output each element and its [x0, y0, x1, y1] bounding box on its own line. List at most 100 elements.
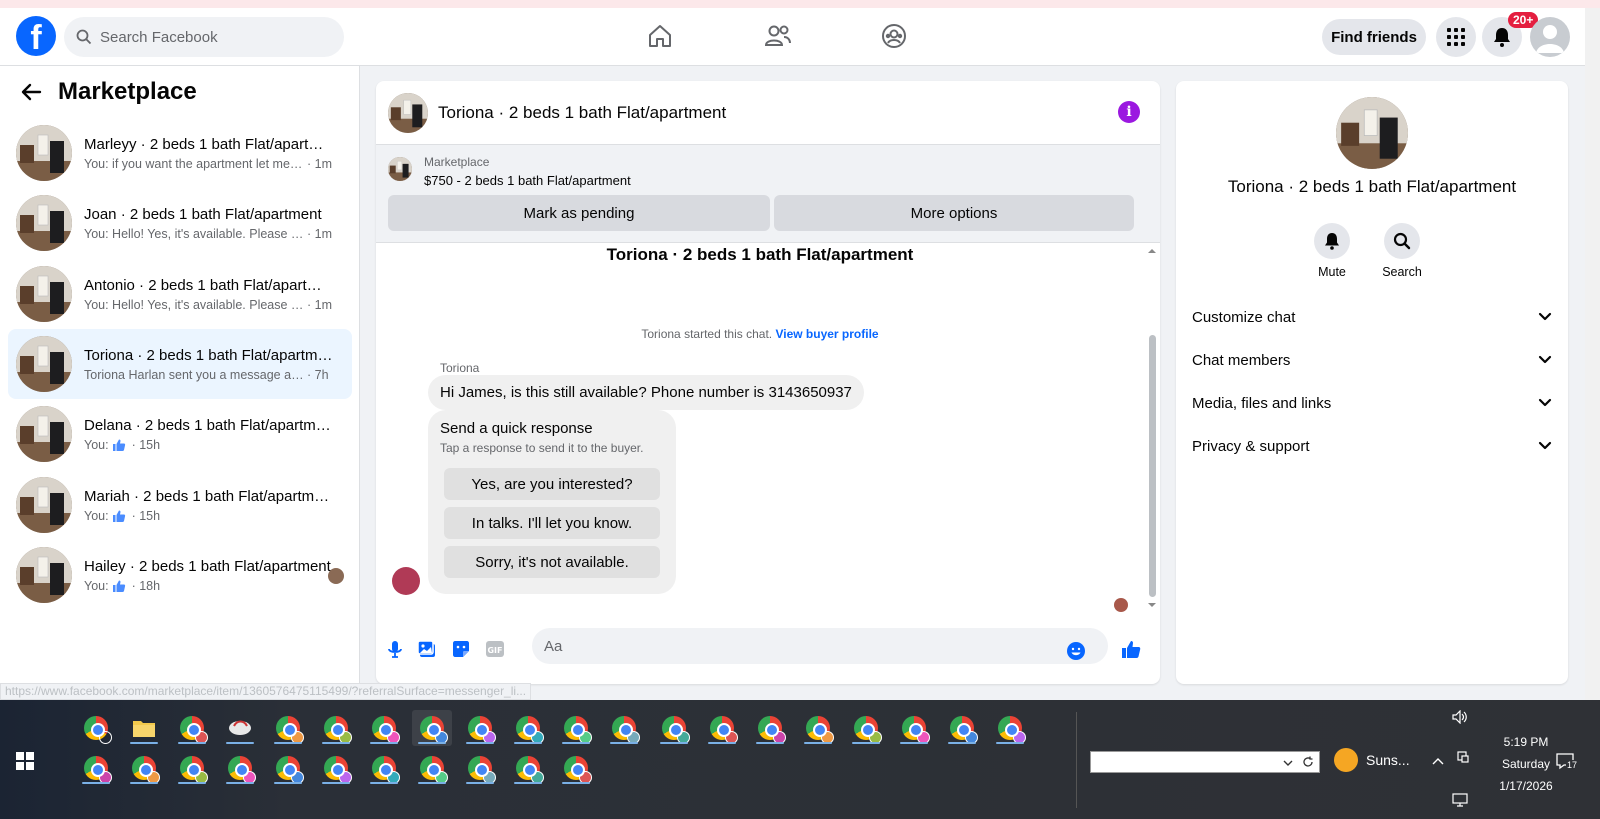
chrome-taskbar-icon[interactable]: [654, 710, 694, 746]
sender-avatar[interactable]: [392, 567, 420, 595]
volume-icon[interactable]: [1452, 709, 1468, 727]
quick-reply-in-talks-button[interactable]: In talks. I'll let you know.: [444, 507, 660, 539]
conversation-text: Hailey · 2 beds 1 bath Flat/apartment You…: [84, 558, 334, 593]
chrome-taskbar-icon[interactable]: [172, 750, 212, 786]
chrome-taskbar-icon[interactable]: [268, 710, 308, 746]
search-input[interactable]: Search Facebook: [100, 29, 218, 46]
chat-scroll-thumb[interactable]: [1149, 335, 1156, 597]
search-action[interactable]: Search: [1372, 223, 1432, 279]
groups-icon[interactable]: [878, 20, 910, 52]
chrome-taskbar-icon[interactable]: [460, 710, 500, 746]
chat-scrollbar[interactable]: [1144, 243, 1160, 616]
customize-chat-row[interactable]: Customize chat: [1192, 297, 1552, 337]
search-box[interactable]: Search Facebook: [64, 17, 344, 57]
chevron-down-icon: [1538, 441, 1552, 450]
app-taskbar-icon[interactable]: [220, 710, 260, 746]
gif-icon[interactable]: GIF: [484, 638, 506, 660]
refresh-icon[interactable]: [1302, 756, 1314, 768]
file-explorer-taskbar-icon[interactable]: [124, 710, 164, 746]
chrome-taskbar-icon[interactable]: [364, 750, 404, 786]
info-icon[interactable]: i: [1118, 101, 1140, 123]
conversation-item[interactable]: Toriona · 2 beds 1 bath Flat/apartment To…: [8, 329, 352, 399]
chrome-taskbar-icon[interactable]: [508, 710, 548, 746]
conversation-item[interactable]: Joan · 2 beds 1 bath Flat/apartment You: …: [8, 188, 352, 258]
quick-reply-yes-button[interactable]: Yes, are you interested?: [444, 468, 660, 500]
listing-mini-thumbnail[interactable]: [388, 157, 412, 181]
chrome-taskbar-icon[interactable]: [412, 710, 452, 746]
message-input[interactable]: Aa: [532, 628, 1108, 664]
chat-title[interactable]: Toriona · 2 beds 1 bath Flat/apartment: [438, 103, 726, 123]
quick-reply-not-available-button[interactable]: Sorry, it's not available.: [444, 546, 660, 578]
conversation-item[interactable]: Mariah · 2 beds 1 bath Flat/apartment You…: [8, 470, 352, 540]
chrome-taskbar-icon[interactable]: [76, 750, 116, 786]
sidebar-title: Marketplace: [58, 78, 197, 105]
chat-members-row[interactable]: Chat members: [1192, 340, 1552, 380]
chrome-taskbar-icon[interactable]: [316, 750, 356, 786]
chrome-taskbar-icon[interactable]: [124, 750, 164, 786]
weather-widget[interactable]: Suns...: [1334, 748, 1410, 772]
conversation-text: Delana · 2 beds 1 bath Flat/apartment You…: [84, 417, 334, 452]
microphone-icon[interactable]: [384, 638, 406, 660]
photo-icon[interactable]: [416, 638, 438, 660]
profile-avatar[interactable]: [1530, 17, 1570, 57]
chrome-taskbar-icon[interactable]: [556, 750, 596, 786]
chrome-taskbar-icon[interactable]: [798, 710, 838, 746]
listing-thumbnail[interactable]: [388, 92, 428, 133]
home-icon[interactable]: [644, 20, 676, 52]
media-files-links-row[interactable]: Media, files and links: [1192, 383, 1552, 423]
mark-as-pending-button[interactable]: Mark as pending: [388, 195, 770, 231]
conversation-item[interactable]: Marleyy · 2 beds 1 bath Flat/apartment Yo…: [8, 118, 352, 188]
chrome-taskbar-icon[interactable]: [172, 710, 212, 746]
scroll-up-arrow-icon[interactable]: [1144, 245, 1160, 255]
like-thumbs-up-icon[interactable]: [1120, 638, 1142, 660]
notification-center-icon[interactable]: 17: [1556, 752, 1579, 775]
start-windows-icon[interactable]: [16, 752, 34, 770]
chrome-taskbar-icon[interactable]: [750, 710, 790, 746]
emoji-icon[interactable]: [1066, 641, 1086, 661]
scroll-down-arrow-icon[interactable]: [1144, 601, 1160, 611]
back-arrow-icon[interactable]: [20, 81, 42, 103]
menu-grid-icon[interactable]: [1436, 17, 1476, 57]
dropdown-chevron-icon[interactable]: [1283, 759, 1293, 767]
page-scrollbar[interactable]: [1585, 8, 1600, 700]
conversation-name: Marleyy · 2 beds 1 bath Flat/apartment: [84, 135, 334, 153]
view-buyer-profile-link[interactable]: View buyer profile: [775, 327, 878, 341]
more-options-button[interactable]: More options: [774, 195, 1134, 231]
privacy-support-row[interactable]: Privacy & support: [1192, 426, 1552, 466]
chrome-taskbar-icon[interactable]: [220, 750, 260, 786]
chrome-taskbar-icon[interactable]: [702, 710, 742, 746]
conversation-thumbnail: [16, 266, 72, 322]
conversation-item[interactable]: Hailey · 2 beds 1 bath Flat/apartment You…: [8, 540, 352, 610]
details-listing-photo[interactable]: [1336, 97, 1408, 169]
sticker-icon[interactable]: [450, 638, 472, 660]
chrome-taskbar-icon[interactable]: [76, 710, 116, 746]
conversation-item[interactable]: Antonio · 2 beds 1 bath Flat/apartment Yo…: [8, 259, 352, 329]
friends-icon[interactable]: [762, 20, 794, 52]
chrome-taskbar-icon[interactable]: [508, 750, 548, 786]
chrome-taskbar-icon[interactable]: [942, 710, 982, 746]
network-icon[interactable]: [1456, 750, 1470, 767]
conversation-text: Marleyy · 2 beds 1 bath Flat/apartment Yo…: [84, 136, 334, 171]
taskbar-search-box[interactable]: [1090, 751, 1320, 773]
chrome-taskbar-icon[interactable]: [364, 710, 404, 746]
conversation-thumbnail: [16, 125, 72, 181]
chrome-taskbar-icon[interactable]: [460, 750, 500, 786]
conversation-item[interactable]: Delana · 2 beds 1 bath Flat/apartment You…: [8, 399, 352, 469]
find-friends-button[interactable]: Find friends: [1322, 19, 1426, 55]
chrome-taskbar-icon[interactable]: [604, 710, 644, 746]
listing-price-title[interactable]: $750 - 2 beds 1 bath Flat/apartment: [424, 173, 631, 188]
chrome-taskbar-icon[interactable]: [412, 750, 452, 786]
mute-action[interactable]: Mute: [1302, 223, 1362, 279]
facebook-logo[interactable]: f: [16, 16, 56, 56]
chrome-taskbar-icon[interactable]: [894, 710, 934, 746]
chrome-taskbar-icon[interactable]: [846, 710, 886, 746]
chrome-taskbar-icon[interactable]: [556, 710, 596, 746]
chrome-taskbar-icon[interactable]: [268, 750, 308, 786]
chrome-taskbar-icon[interactable]: [990, 710, 1030, 746]
message-bubble[interactable]: Hi James, is this still available? Phone…: [428, 375, 864, 410]
display-icon[interactable]: [1452, 793, 1468, 810]
tray-overflow-chevron-icon[interactable]: [1432, 753, 1444, 768]
conversation-sidebar: Marketplace Marleyy · 2 beds 1 bath Flat…: [0, 66, 360, 700]
chrome-taskbar-icon[interactable]: [316, 710, 356, 746]
conversation-snippet-row: You: Hello! Yes, it's available. Please …: [84, 227, 334, 241]
